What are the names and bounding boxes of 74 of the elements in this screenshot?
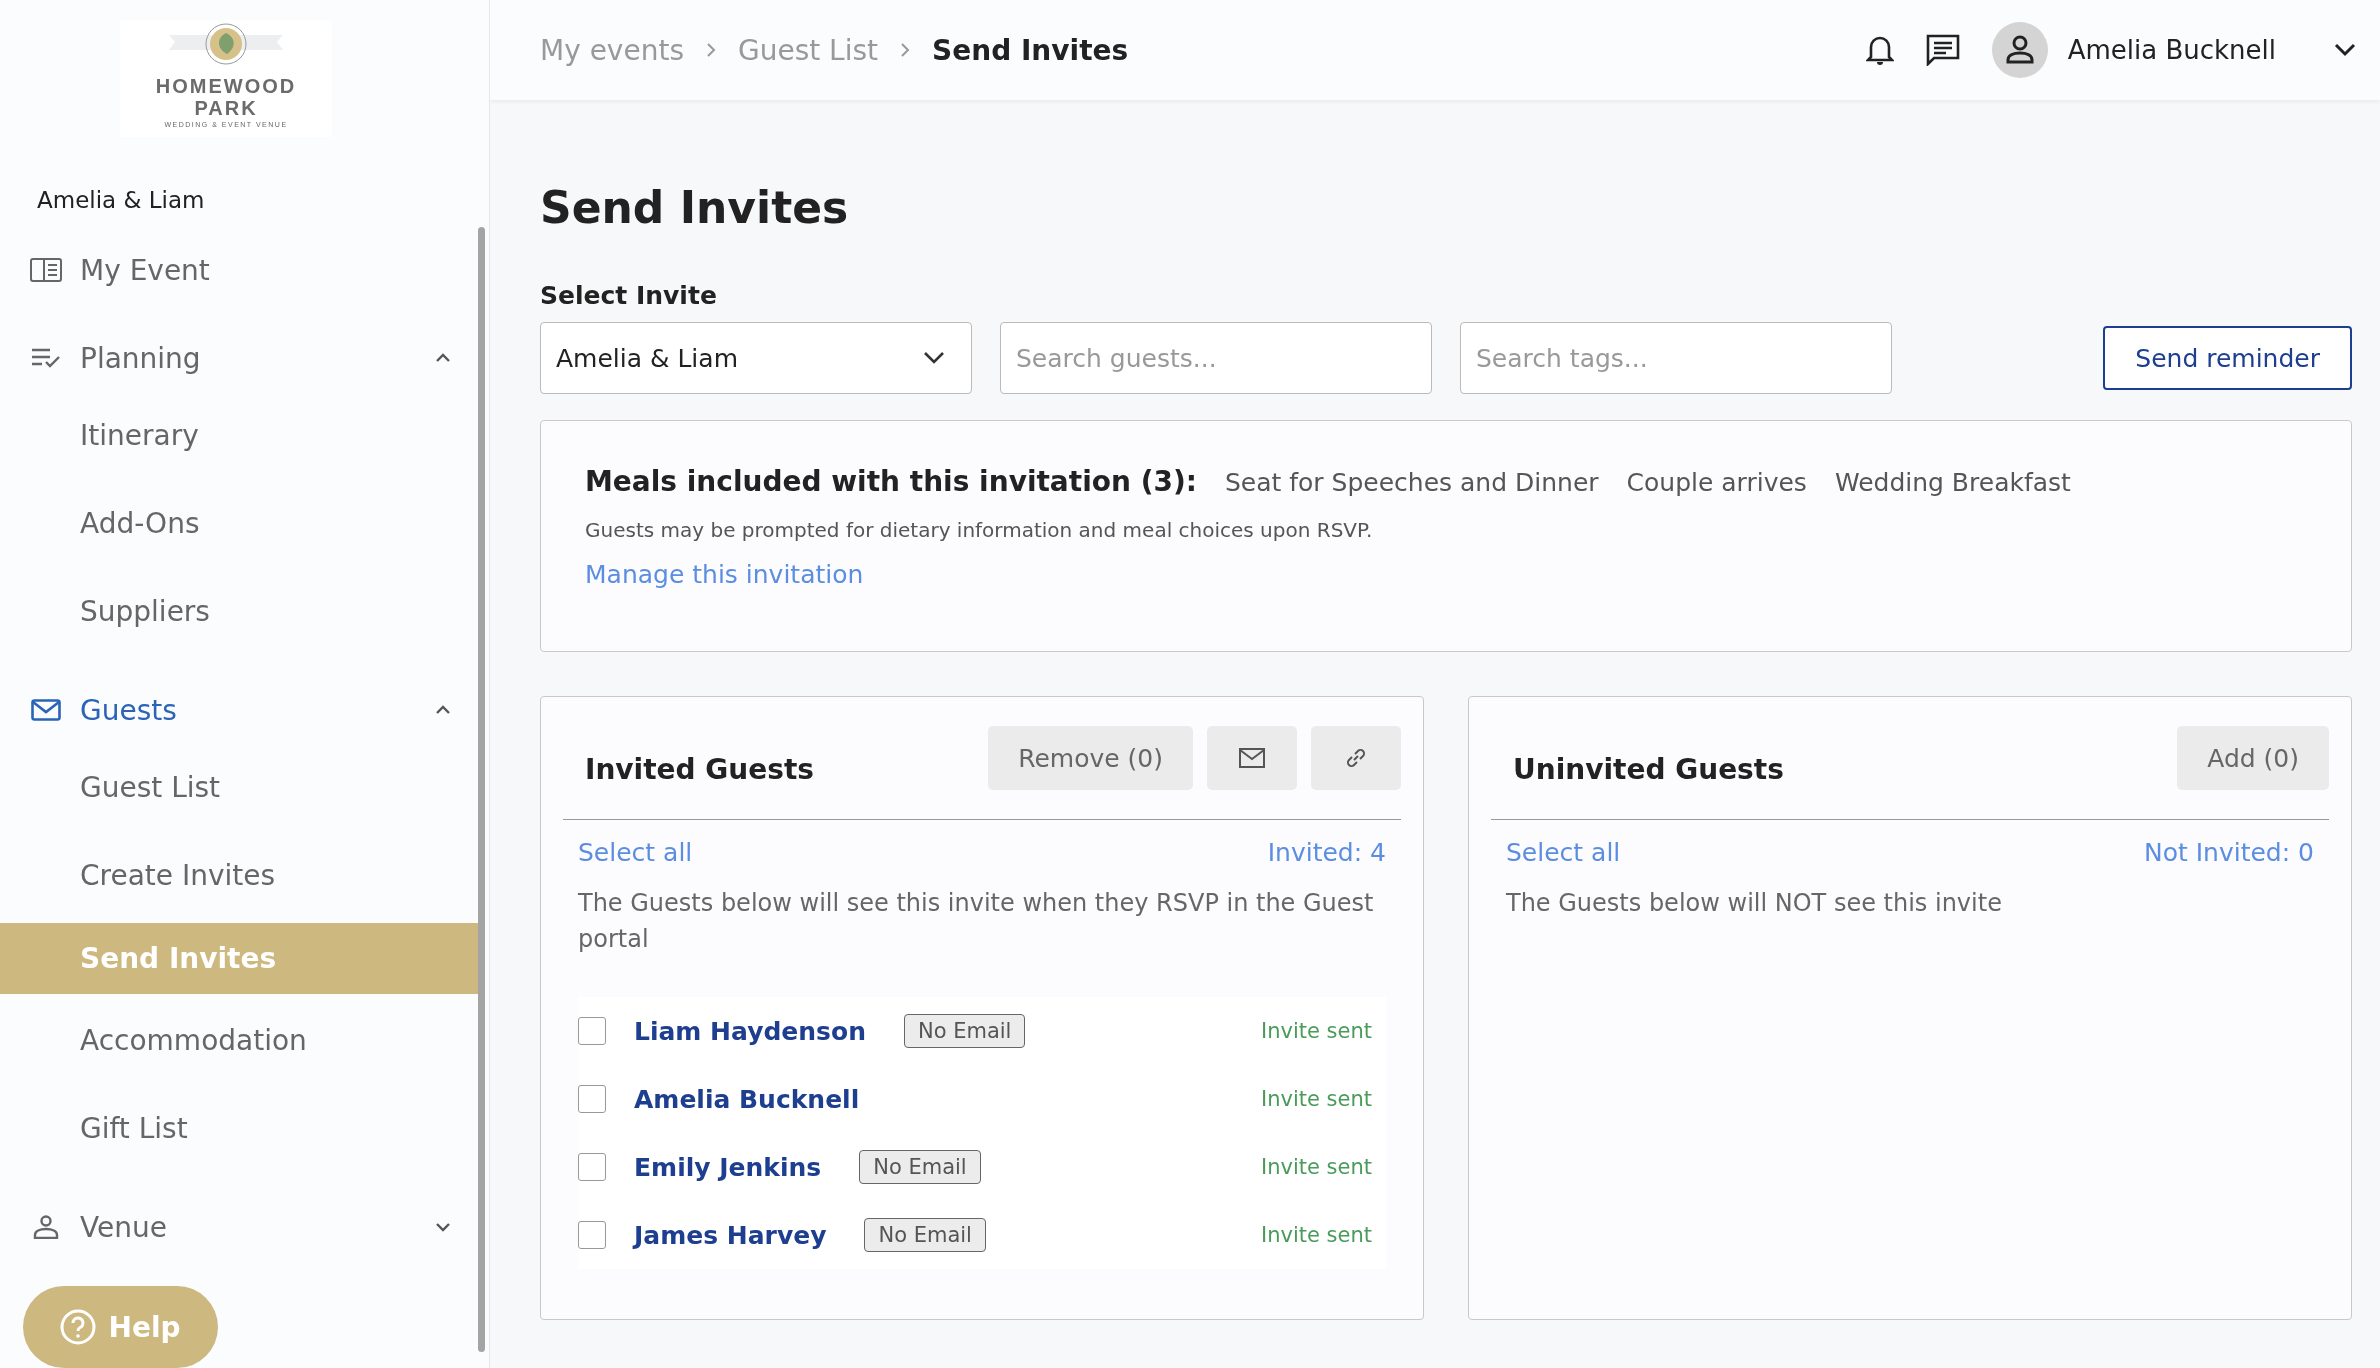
guest-name-link[interactable]: Liam Haydenson [634,1016,866,1046]
logo-title: PARK [194,97,258,119]
nav-item[interactable]: Guests [0,679,489,741]
nav-subitem[interactable]: Add-Ons [0,483,481,565]
panel-description: The Guests below will see this invite when they RSVP in the Guest portal [577,888,1375,955]
chevron-icon[interactable] [435,1222,451,1232]
nav-label: My Event [80,253,211,287]
send-reminder-button[interactable]: Send reminder [2103,326,2352,390]
field-label: Select Invite [540,281,718,310]
invite-status: Invite sent [1261,1087,1372,1111]
chevron-icon[interactable] [435,705,451,715]
add-button[interactable]: Add (0) [2177,726,2329,790]
nav-subitem[interactable]: Accommodation [0,1000,481,1082]
manage-invitation-link[interactable]: Manage this invitation [585,560,864,589]
not-invited-count: Not Invited: 0 [2143,838,2314,867]
invited-count: Invited: 4 [1267,838,1386,867]
search-tags-field[interactable]: Search tags... [1460,322,1892,394]
event-name: Amelia & Liam [37,187,206,213]
meal-item: Couple arrives [1626,468,1807,497]
chevron-icon[interactable] [435,353,451,363]
nav-subitem[interactable]: Guest List [0,747,481,829]
chevron-right-icon [705,42,716,58]
nav-subitem[interactable]: Gift List [0,1088,481,1170]
email-button[interactable] [1207,726,1297,790]
chevron-down-icon[interactable] [2334,43,2356,57]
nav-label: Planning [80,341,202,375]
logo-title: HOMEWOOD [155,75,297,97]
no-email-badge: No Email [864,1218,986,1252]
link-icon [1344,746,1368,770]
select-all-link[interactable]: Select all [578,838,693,867]
invite-status: Invite sent [1261,1223,1372,1247]
checklist-icon [30,347,62,369]
user-name[interactable]: Amelia Bucknell [2067,35,2276,65]
meal-item: Wedding Breakfast [1834,468,2071,497]
panel-title: Invited Guests [585,752,814,786]
notification-bell-icon[interactable] [1865,34,1894,66]
panel-title: Uninvited Guests [1513,752,1784,786]
remove-button[interactable]: Remove (0) [988,726,1193,790]
nav-subitem[interactable]: Create Invites [0,835,481,917]
nav-item[interactable]: Venue [0,1196,489,1258]
help-icon [60,1309,97,1345]
invite-status: Invite sent [1261,1019,1372,1043]
page-title: Send Invites [540,182,850,233]
scrollbar-thumb[interactable] [478,227,485,1352]
meal-item: Seat for Speeches and Dinner [1224,468,1599,497]
no-email-badge: No Email [859,1150,981,1184]
nav-label: Venue [80,1210,168,1244]
mail-icon [1239,748,1265,768]
message-icon[interactable] [1925,34,1960,66]
guest-checkbox[interactable] [578,1017,606,1045]
invite-dropdown[interactable]: Amelia & Liam [540,322,972,394]
chevron-right-icon [900,42,911,58]
guest-name-link[interactable]: Amelia Bucknell [634,1084,860,1114]
nav-subitem[interactable]: Itinerary [0,395,481,477]
nav-label: Guests [80,693,178,727]
nav-item[interactable]: My Event [0,239,489,301]
panel-description: The Guests below will NOT see this invite [1505,888,2003,919]
guest-checkbox[interactable] [578,1221,606,1249]
guest-checkbox[interactable] [578,1153,606,1181]
select-all-link[interactable]: Select all [1506,838,1621,867]
mail-icon [30,699,62,721]
guest-checkbox[interactable] [578,1085,606,1113]
meals-hint: Guests may be prompted for dietary information and meal choices upon RSVP. [585,518,1374,542]
nav-subitem[interactable]: Suppliers [0,571,481,653]
guest-name-link[interactable]: Emily Jenkins [634,1152,822,1182]
invite-status: Invite sent [1261,1155,1372,1179]
search-guests-field[interactable]: Search guests... [1000,322,1432,394]
meals-heading: Meals included with this invitation (3): [585,465,1197,498]
chevron-down-icon [923,351,945,365]
avatar-icon[interactable] [1991,22,2048,78]
nav-item[interactable]: Planning [0,327,489,389]
guest-name-link[interactable]: James Harvey [634,1220,827,1250]
book-icon [30,258,62,282]
no-email-badge: No Email [903,1014,1026,1048]
